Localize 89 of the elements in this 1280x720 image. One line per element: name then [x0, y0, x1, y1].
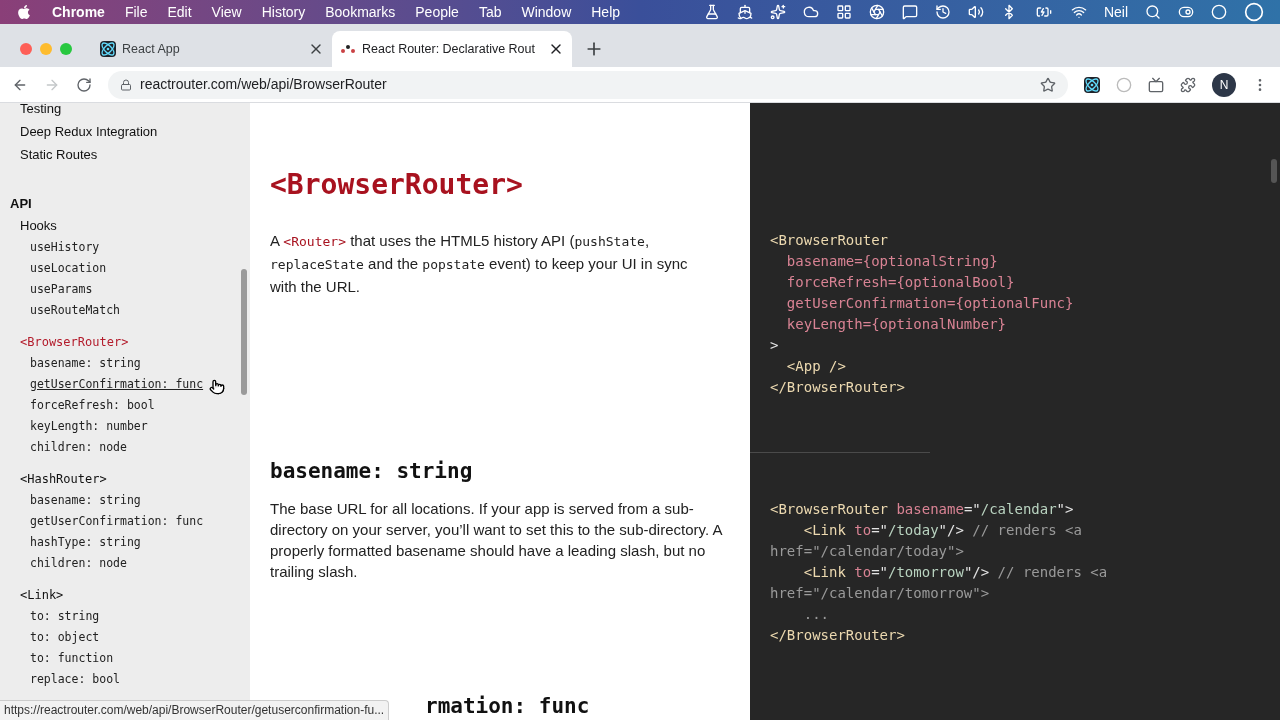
code-line: keyLength={optionalNumber} — [785, 315, 1006, 334]
menu-item[interactable]: File — [124, 1, 148, 23]
code-line: </BrowserRouter> — [770, 626, 905, 645]
tab-title: React Router: Declarative Rout — [362, 40, 536, 58]
menu-item[interactable]: Window — [521, 1, 572, 23]
browser-tab[interactable]: React App — [92, 31, 332, 67]
menu-item[interactable]: People — [415, 1, 459, 23]
sidebar-link[interactable]: children: node — [30, 437, 127, 458]
react-icon[interactable] — [1084, 76, 1100, 93]
scrollbar-thumb[interactable] — [1271, 159, 1277, 183]
code-line: getUserConfirmation={optionalFunc} — [785, 294, 1074, 313]
apple-icon[interactable] — [16, 4, 32, 20]
code-line: basename={optionalString} — [785, 252, 998, 271]
screen-icon[interactable] — [1148, 76, 1164, 93]
code-line: > — [770, 336, 779, 355]
intro-paragraph: A <Router> that uses the HTML5 history API (pushState, replaceState and the popstate event) to keep your UI in sync with the URL. — [270, 231, 689, 297]
menu-item[interactable]: Help — [591, 1, 621, 23]
message-icon[interactable] — [901, 4, 918, 20]
code-line: </BrowserRouter> — [770, 378, 905, 397]
sidebar-link[interactable]: forceRefresh: bool — [30, 395, 155, 416]
browser-tab[interactable]: React Router: Declarative Rout — [332, 31, 572, 67]
sidebar-link[interactable]: children: node — [30, 553, 127, 574]
section-paragraph: The base URL for all locations. If your app is served from a sub-directory on your server, you’ll want to set this to the sub-directory. A properly formatted basename should have a leading slash, but no trailing slash. — [270, 499, 724, 582]
sidebar-link[interactable]: useHistory — [30, 237, 100, 258]
search-icon[interactable] — [1145, 4, 1161, 20]
code-line: <Link to="/tomorrow"/> // renders <a — [802, 563, 1108, 582]
aperture-icon[interactable] — [868, 4, 885, 20]
menu-item[interactable]: Bookmarks — [325, 1, 396, 23]
address-bar[interactable]: reactrouter.com/web/api/BrowserRouter — [108, 70, 1068, 99]
sidebar-item[interactable]: Static Routes — [20, 143, 250, 166]
reload-icon[interactable] — [76, 76, 92, 93]
bookmark-star-icon[interactable] — [1040, 76, 1056, 93]
pointer-cursor-icon — [209, 378, 225, 396]
profile-avatar[interactable]: N — [1212, 72, 1236, 97]
sidebar-item[interactable]: Deep Redux Integration — [20, 120, 250, 143]
sparkle-icon[interactable] — [769, 4, 786, 20]
code-line: <BrowserRouter basename="/calendar"> — [770, 500, 1074, 519]
ship-icon[interactable] — [736, 4, 753, 20]
tab-title: React App — [122, 40, 181, 58]
cloud-icon[interactable] — [802, 4, 819, 20]
sidebar-item[interactable]: Testing — [20, 103, 250, 120]
code-line: href="/calendar/today"> — [770, 542, 964, 561]
code-line: <App /> — [785, 357, 846, 376]
sidebar-link[interactable]: useParams — [30, 279, 93, 300]
menu-item[interactable]: History — [261, 1, 306, 23]
sidebar-link[interactable]: hashType: string — [30, 532, 141, 553]
react-icon — [100, 41, 116, 57]
code-line: href="/calendar/tomorrow"> — [770, 584, 990, 603]
sidebar-link[interactable]: useRouteMatch — [30, 300, 120, 321]
sidebar-group-link[interactable]: <BrowserRouter> — [20, 331, 129, 353]
volume-icon[interactable] — [967, 4, 984, 20]
menu-item[interactable]: Tab — [478, 1, 502, 23]
sidebar-group-link[interactable]: <Link> — [20, 584, 64, 606]
sidebar-link[interactable]: replace: bool — [30, 669, 120, 690]
sidebar-link[interactable]: to: object — [30, 627, 100, 648]
extensions-icon[interactable] — [1180, 76, 1196, 93]
menu-app-name[interactable]: Chrome — [52, 1, 105, 23]
time-machine-icon[interactable] — [934, 4, 951, 20]
code-line: ... — [802, 605, 829, 624]
sidebar-link[interactable]: useLocation — [30, 258, 107, 279]
section-title: basename: string — [270, 458, 474, 485]
dots-icon — [340, 44, 356, 54]
sidebar-link[interactable]: keyLength: number — [30, 416, 148, 437]
sidebar-link[interactable]: getUserConfirmation: func — [30, 374, 204, 395]
sidebar-link[interactable]: to: string — [30, 606, 100, 627]
code-line: <Link to="/today"/> // renders <a — [802, 521, 1082, 540]
sidebar-group-link[interactable]: Hooks — [20, 215, 57, 237]
router-link[interactable]: <Router> — [283, 234, 346, 249]
menu-item[interactable]: Edit — [167, 1, 192, 23]
url-text: reactrouter.com/web/api/BrowserRouter — [140, 75, 387, 94]
scrollbar-thumb[interactable] — [241, 269, 247, 395]
grid-icon[interactable] — [835, 4, 852, 20]
sidebar-group-link[interactable]: <HashRouter> — [20, 468, 107, 490]
flask-icon[interactable] — [703, 4, 720, 20]
menu-item[interactable]: View — [211, 1, 242, 23]
lock-icon — [120, 78, 132, 91]
sidebar-link[interactable]: basename: string — [30, 490, 141, 511]
page-title: <BrowserRouter> — [270, 167, 524, 203]
sidebar-heading: API — [10, 195, 32, 213]
wifi-icon[interactable] — [1070, 4, 1087, 20]
code-line: forceRefresh={optionalBool} — [785, 273, 1015, 292]
user-name[interactable]: Neil — [1103, 1, 1128, 23]
section-title: rmation: func — [425, 694, 591, 718]
control-center-icon[interactable] — [1178, 4, 1194, 20]
sidebar-link[interactable]: getUserConfirmation: func — [30, 511, 204, 532]
code-line: <BrowserRouter — [770, 231, 888, 250]
sidebar-link[interactable]: basename: string — [30, 353, 141, 374]
status-bar: https://reactrouter.com/web/api/BrowserRouter/getuserconfirmation-fu... — [0, 700, 390, 720]
sidebar-link[interactable]: to: function — [30, 648, 114, 669]
